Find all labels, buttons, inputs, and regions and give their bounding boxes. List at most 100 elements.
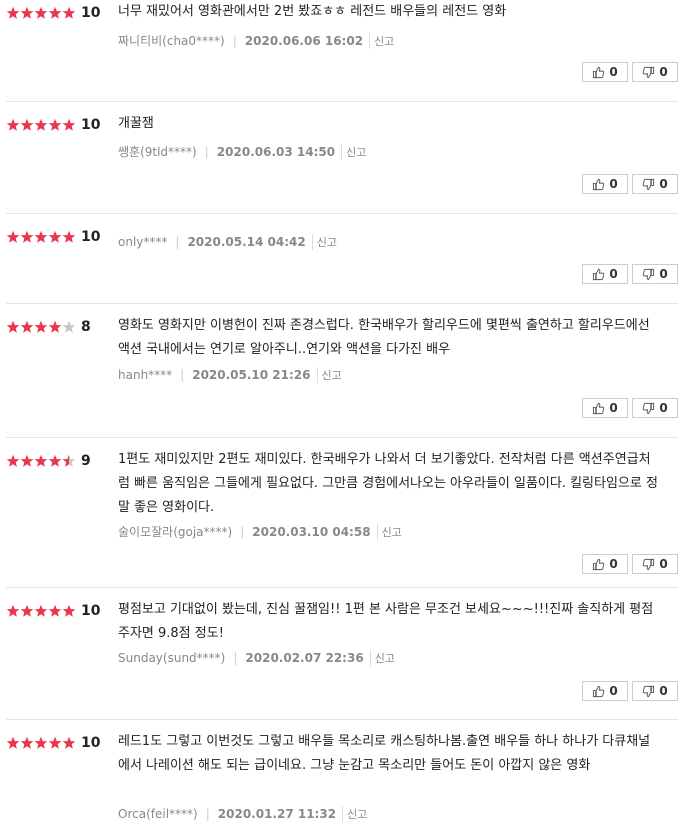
review-date: 2020.06.03 14:50 — [216, 144, 336, 159]
star-icon — [20, 736, 34, 750]
report-link[interactable]: 신고 — [369, 650, 395, 666]
star-icon — [62, 230, 76, 244]
separator: | — [180, 368, 185, 382]
like-button[interactable]: 0 — [582, 264, 628, 284]
star-icon — [34, 736, 48, 750]
star-icon — [34, 118, 48, 132]
star-rating: 10 — [6, 117, 100, 133]
like-count: 0 — [609, 65, 618, 79]
like-button[interactable]: 0 — [582, 174, 628, 194]
report-link[interactable]: 신고 — [341, 143, 366, 160]
star-icon — [48, 6, 62, 20]
vote-buttons: 0 0 — [582, 62, 678, 82]
dislike-count: 0 — [659, 557, 668, 571]
author-name[interactable]: Sunday(sund****) — [118, 651, 225, 665]
star-rating: 10 — [6, 229, 100, 245]
thumbs-up-icon — [592, 268, 609, 281]
dislike-button[interactable]: 0 — [632, 398, 678, 418]
rating-score: 8 — [81, 319, 91, 335]
thumbs-down-icon — [642, 268, 659, 281]
star-rating: 10 — [6, 5, 100, 21]
star-icon — [20, 6, 34, 20]
star-icon — [6, 454, 20, 468]
star-icon — [62, 118, 76, 132]
review-item: 9 1편도 재미있지만 2편도 재미있다. 한국배우가 나와서 더 보기좋았다.… — [6, 438, 678, 588]
star-icon — [34, 230, 48, 244]
star-icon — [20, 230, 34, 244]
author-name[interactable]: 술이모잘라(goja****) — [118, 523, 232, 540]
like-button[interactable]: 0 — [582, 681, 628, 701]
star-icon — [6, 118, 20, 132]
thumbs-up-icon — [592, 178, 609, 191]
like-button[interactable]: 0 — [582, 398, 628, 418]
review-text: 너무 재밌어서 영화관에서만 2번 봤죠ㅎㅎ 레전드 배우들의 레전드 영화 — [118, 4, 507, 19]
rating-score: 10 — [81, 603, 101, 619]
author-name[interactable]: 쌩훈(9tld****) — [118, 143, 197, 160]
star-icon — [34, 604, 48, 618]
separator: | — [204, 144, 209, 159]
review-item: 10 레드1도 그렇고 이번것도 그렇고 배우들 목소리로 캐스팅하나봄.출연 … — [6, 720, 678, 827]
star-icon — [48, 118, 62, 132]
report-link[interactable]: 신고 — [311, 234, 337, 250]
separator: | — [175, 235, 180, 249]
report-link[interactable]: 신고 — [376, 523, 402, 540]
star-icon — [48, 454, 62, 468]
review-meta: only**** | 2020.05.14 04:42 신고 — [118, 234, 337, 250]
dislike-button[interactable]: 0 — [632, 174, 678, 194]
review-date: 2020.02.07 22:36 — [245, 651, 364, 665]
rating-score: 10 — [81, 117, 101, 133]
dislike-button[interactable]: 0 — [632, 554, 678, 574]
thumbs-up-icon — [592, 402, 609, 415]
like-count: 0 — [609, 267, 618, 281]
thumbs-down-icon — [642, 66, 659, 79]
dislike-button[interactable]: 0 — [632, 264, 678, 284]
author-name[interactable]: Orca(feil****) — [118, 807, 198, 821]
review-meta: 쌩훈(9tld****) | 2020.06.03 14:50 신고 — [118, 143, 366, 160]
review-item: 10 개꿀잼 쌩훈(9tld****) | 2020.06.03 14:50 신… — [6, 102, 678, 214]
vote-buttons: 0 0 — [582, 398, 678, 418]
like-count: 0 — [609, 401, 618, 415]
star-icon — [6, 736, 20, 750]
author-name[interactable]: 짜니티비(cha0****) — [118, 32, 225, 49]
like-button[interactable]: 0 — [582, 554, 628, 574]
author-name[interactable]: only**** — [118, 235, 167, 249]
dislike-button[interactable]: 0 — [632, 62, 678, 82]
like-count: 0 — [609, 177, 618, 191]
review-meta: 술이모잘라(goja****) | 2020.03.10 04:58 신고 — [118, 523, 402, 540]
dislike-button[interactable]: 0 — [632, 681, 678, 701]
vote-buttons: 0 0 — [582, 681, 678, 701]
thumbs-down-icon — [642, 685, 659, 698]
rating-score: 9 — [81, 453, 91, 469]
star-icon — [20, 118, 34, 132]
thumbs-up-icon — [592, 558, 609, 571]
report-link[interactable]: 신고 — [342, 806, 367, 822]
star-icon — [62, 736, 76, 750]
thumbs-up-icon — [592, 66, 609, 79]
review-meta: Sunday(sund****) | 2020.02.07 22:36 신고 — [118, 650, 395, 666]
review-item: 10 only**** | 2020.05.14 04:42 신고 0 0 — [6, 214, 678, 304]
star-icon — [6, 320, 20, 334]
star-icon — [62, 320, 76, 334]
star-rating: 10 — [6, 735, 100, 751]
star-icon — [20, 604, 34, 618]
thumbs-down-icon — [642, 558, 659, 571]
report-link[interactable]: 신고 — [316, 367, 342, 383]
review-text: 개꿀잼 — [118, 116, 154, 131]
star-icon — [62, 604, 76, 618]
review-item: 8 영화도 영화지만 이병헌이 진짜 존경스럽다. 한국배우가 할리우드에 몇편… — [6, 304, 678, 438]
report-link[interactable]: 신고 — [369, 32, 394, 49]
star-rating: 8 — [6, 319, 91, 335]
review-text: 레드1도 그렇고 이번것도 그렇고 배우들 목소리로 캐스팅하나봄.출연 배우들… — [118, 734, 651, 773]
separator: | — [240, 524, 245, 539]
star-rating: 10 — [6, 603, 100, 619]
review-item: 10 너무 재밌어서 영화관에서만 2번 봤죠ㅎㅎ 레전드 배우들의 레전드 영… — [6, 0, 678, 102]
star-icon — [48, 320, 62, 334]
like-button[interactable]: 0 — [582, 62, 628, 82]
vote-buttons: 0 0 — [582, 264, 678, 284]
review-meta: Orca(feil****) | 2020.01.27 11:32 신고 — [118, 806, 367, 822]
star-icon — [34, 454, 48, 468]
review-meta: hanh**** | 2020.05.10 21:26 신고 — [118, 367, 342, 383]
dislike-count: 0 — [659, 267, 668, 281]
star-icon — [6, 604, 20, 618]
author-name[interactable]: hanh**** — [118, 368, 172, 382]
